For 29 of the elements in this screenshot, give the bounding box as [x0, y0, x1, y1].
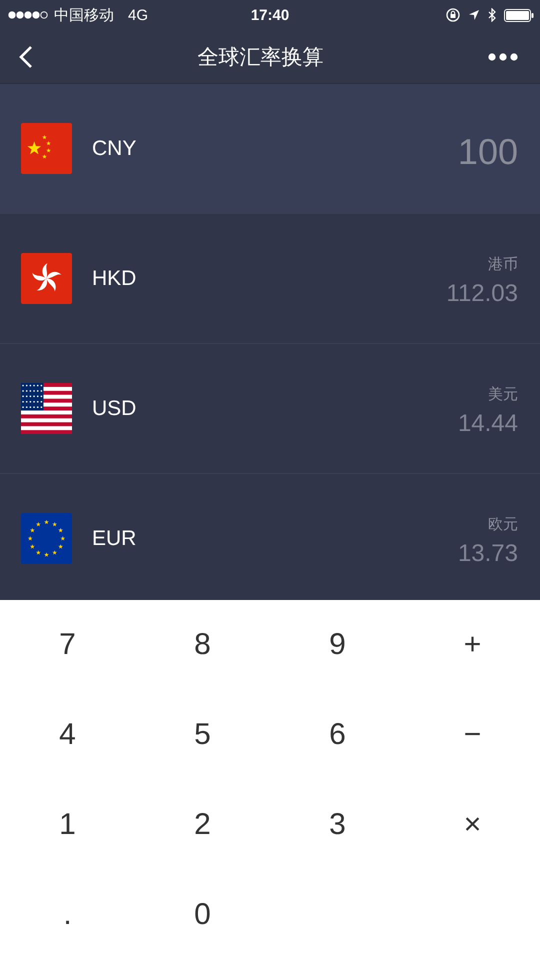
currency-name: 港币 — [488, 255, 518, 274]
currency-code: EUR — [92, 526, 136, 550]
currency-code: HKD — [92, 266, 136, 290]
flag-icon — [21, 123, 72, 174]
bluetooth-icon — [488, 8, 496, 22]
currency-code: CNY — [92, 136, 136, 160]
currency-name: 欧元 — [488, 515, 518, 534]
currency-amount: 100 — [458, 130, 518, 172]
page-title: 全球汇率换算 — [198, 44, 324, 70]
currency-name: 美元 — [488, 385, 518, 404]
currency-amount: 112.03 — [446, 280, 518, 308]
flag-icon — [21, 383, 72, 434]
flag-icon — [21, 513, 72, 564]
more-icon[interactable] — [488, 52, 518, 60]
location-arrow-icon — [468, 9, 480, 21]
currency-row[interactable]: USD 美元 14.44 — [0, 344, 540, 474]
currency-amount: 14.44 — [458, 410, 518, 438]
flag-icon — [21, 253, 72, 304]
currency-amount: 13.73 — [458, 540, 518, 568]
currency-code: USD — [92, 396, 136, 420]
carrier-name: 中国移动 — [54, 6, 114, 24]
signal-icon — [8, 11, 48, 19]
back-icon[interactable] — [19, 44, 33, 68]
selected-currency-row[interactable]: CNY 100 — [0, 84, 540, 214]
currency-row[interactable]: HKD 港币 112.03 — [0, 214, 540, 344]
rotation-lock-icon — [446, 8, 460, 22]
network-type: 4G — [128, 6, 148, 24]
clock: 17:40 — [250, 6, 290, 24]
battery-icon — [504, 8, 534, 22]
